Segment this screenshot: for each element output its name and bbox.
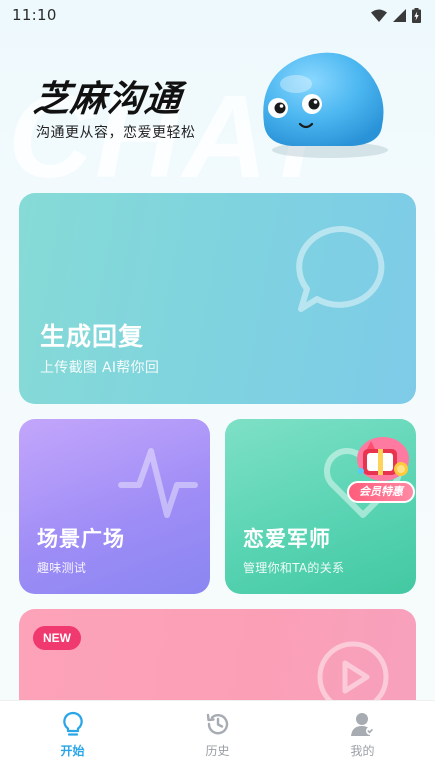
tab-start[interactable]: 开始	[23, 701, 123, 759]
history-icon	[206, 713, 228, 735]
vip-promo-badge[interactable]: 会员特惠	[347, 429, 415, 505]
card-title: 生成回复	[40, 322, 145, 351]
generate-reply-card[interactable]: 生成回复 上传截图 AI帮你回	[19, 193, 416, 404]
status-time: 11:10	[12, 6, 57, 24]
tab-label: 开始	[60, 744, 85, 758]
pulse-wave-icon	[118, 448, 198, 518]
tab-mine[interactable]: 我的	[313, 701, 413, 759]
wifi-icon	[371, 9, 387, 22]
tab-history[interactable]: 历史	[168, 701, 268, 759]
new-badge: NEW	[33, 626, 81, 650]
lightbulb-icon	[62, 711, 83, 736]
love-advisor-card[interactable]: 会员特惠 恋爱军师 管理你和TA的关系	[225, 419, 416, 594]
cell-signal-icon	[393, 8, 406, 22]
tab-label: 历史	[205, 744, 230, 758]
status-bar: 11:10	[0, 0, 435, 30]
app-subtitle: 沟通更从容，恋爱更轻松	[36, 125, 196, 141]
vip-badge-label: 会员特惠	[347, 481, 415, 503]
card-desc: 趣味测试	[37, 561, 87, 575]
status-icons	[371, 7, 421, 23]
chat-bubble-icon	[296, 225, 385, 312]
card-desc: 上传截图 AI帮你回	[40, 360, 160, 376]
tab-label: 我的	[350, 744, 375, 758]
gift-box-icon	[357, 437, 409, 481]
card-desc: 管理你和TA的关系	[243, 561, 345, 575]
blue-blob-mascot	[263, 52, 388, 158]
card-title: 场景广场	[37, 527, 125, 551]
bottom-tab-bar: 开始 历史 我的	[0, 700, 435, 773]
user-icon	[350, 713, 374, 736]
app-title: 芝麻沟通	[31, 78, 184, 119]
battery-charging-icon	[412, 7, 421, 23]
scene-plaza-card[interactable]: 场景广场 趣味测试	[19, 419, 210, 594]
card-title: 恋爱军师	[243, 527, 331, 551]
